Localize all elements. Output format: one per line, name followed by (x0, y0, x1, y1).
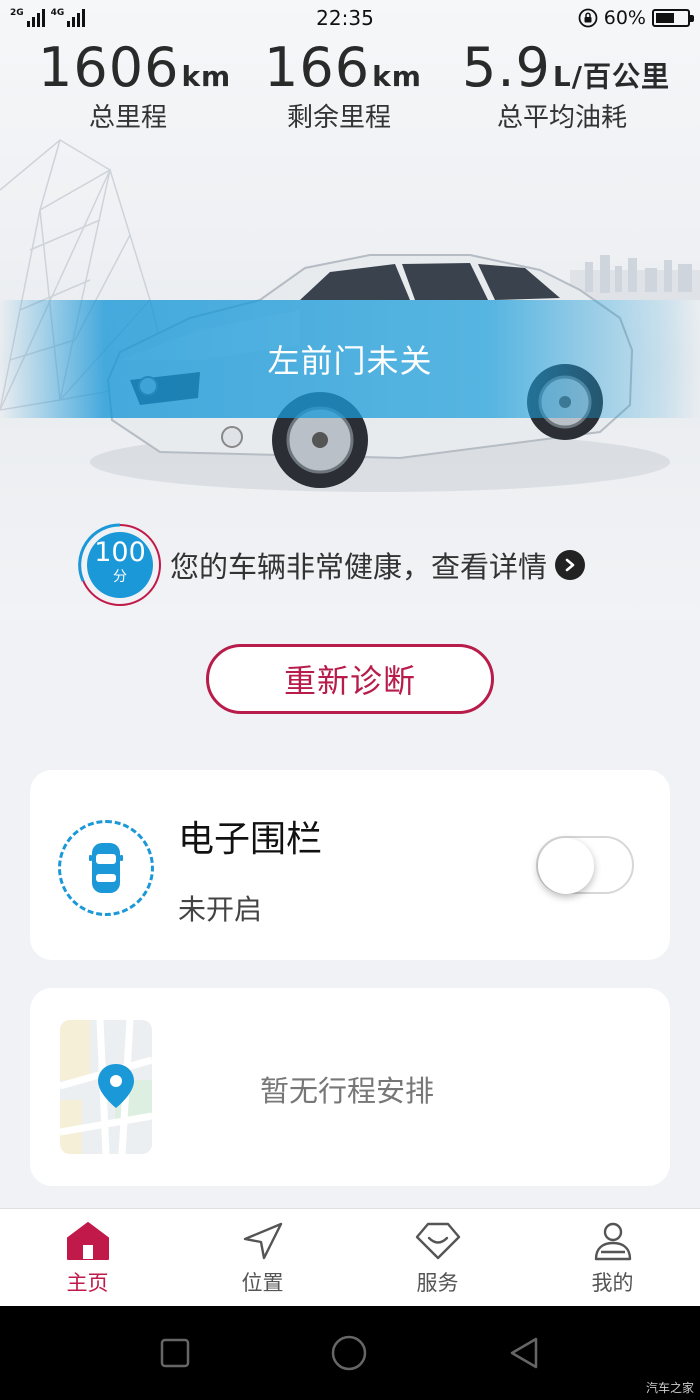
trip-statistics: 1606km 总里程 166km 剩余里程 5.9L/百公里 总平均油耗 (0, 36, 700, 146)
toggle-knob (538, 838, 594, 894)
health-summary-text: 您的车辆非常健康，查看详情 (170, 550, 548, 584)
avg-fuel-label: 总平均油耗 (496, 103, 627, 133)
stat-avg-fuel: 5.9L/百公里 总平均油耗 (462, 36, 669, 134)
status-bar: 2G 4G 22:35 60% (0, 0, 700, 36)
tab-service[interactable]: 服务 (350, 1209, 525, 1306)
map-pin-icon (60, 1020, 152, 1154)
total-mileage-label: 总里程 (88, 103, 167, 133)
trip-schedule-card[interactable]: 暂无行程安排 (30, 988, 670, 1186)
home-icon (66, 1222, 109, 1260)
rotation-lock-icon (578, 8, 598, 28)
system-navigation-bar: 汽车之家 (0, 1306, 700, 1400)
tab-mine-label: 我的 (591, 1271, 634, 1295)
tab-service-label: 服务 (416, 1271, 459, 1295)
door-alert-text: 左前门未关 (267, 342, 433, 380)
total-mileage-unit: km (181, 60, 232, 93)
geofence-title: 电子围栏 (178, 819, 323, 860)
tab-mine[interactable]: 我的 (525, 1209, 700, 1306)
user-profile-icon (594, 1222, 631, 1261)
trip-empty-text: 暂无行程安排 (260, 1074, 435, 1108)
signal-2g-icon: 2G (10, 9, 45, 27)
health-score-badge: 100 分 (78, 523, 162, 607)
remaining-range-unit: km (372, 60, 422, 93)
door-alert-banner[interactable]: 左前门未关 (0, 300, 700, 418)
battery-icon (651, 9, 694, 27)
health-score-value: 100 (94, 537, 146, 568)
watermark-text: 汽车之家 (645, 1381, 694, 1395)
map-thumbnail (60, 1020, 152, 1154)
home-circle-icon[interactable] (331, 1335, 367, 1371)
clock: 22:35 (316, 6, 374, 30)
avg-fuel-unit: L/百公里 (552, 60, 670, 93)
bottom-tab-bar: 主页 位置 服务 我的 (0, 1208, 700, 1306)
stat-remaining-range: 166km 剩余里程 (264, 36, 421, 134)
total-mileage-value: 1606 (38, 36, 180, 99)
signal-4g-icon: 4G (51, 9, 86, 27)
tab-home[interactable]: 主页 (0, 1209, 175, 1306)
health-score-unit: 分 (113, 569, 127, 585)
avg-fuel-value: 5.9 (462, 36, 551, 99)
geofence-car-icon (58, 820, 154, 916)
rediagnose-button[interactable]: 重新诊断 (206, 644, 494, 714)
service-diamond-icon (415, 1222, 460, 1260)
remaining-range-label: 剩余里程 (286, 103, 391, 133)
recent-apps-icon[interactable] (160, 1338, 190, 1368)
battery-percent: 60% (603, 7, 646, 29)
remaining-range-value: 166 (264, 36, 371, 99)
stat-total-mileage: 1606km 总里程 (38, 36, 230, 134)
network-4g-label: 4G (50, 8, 65, 18)
geofence-status: 未开启 (178, 893, 263, 926)
tab-location-label: 位置 (241, 1271, 284, 1295)
geofence-card: 电子围栏 未开启 (30, 770, 670, 960)
geofence-toggle[interactable] (536, 836, 634, 894)
health-check-link[interactable]: 100 分 您的车辆非常健康，查看详情 (78, 522, 638, 608)
navigation-arrow-icon (243, 1222, 282, 1260)
tab-location[interactable]: 位置 (175, 1209, 350, 1306)
network-2g-label: 2G (10, 8, 24, 18)
battery-level-fill (655, 13, 674, 23)
vehicle-hero: 1606km 总里程 166km 剩余里程 5.9L/百公里 总平均油耗 左前门… (0, 0, 700, 620)
back-triangle-icon[interactable] (508, 1336, 540, 1370)
tab-home-label: 主页 (66, 1271, 109, 1295)
chevron-right-icon (555, 550, 586, 580)
